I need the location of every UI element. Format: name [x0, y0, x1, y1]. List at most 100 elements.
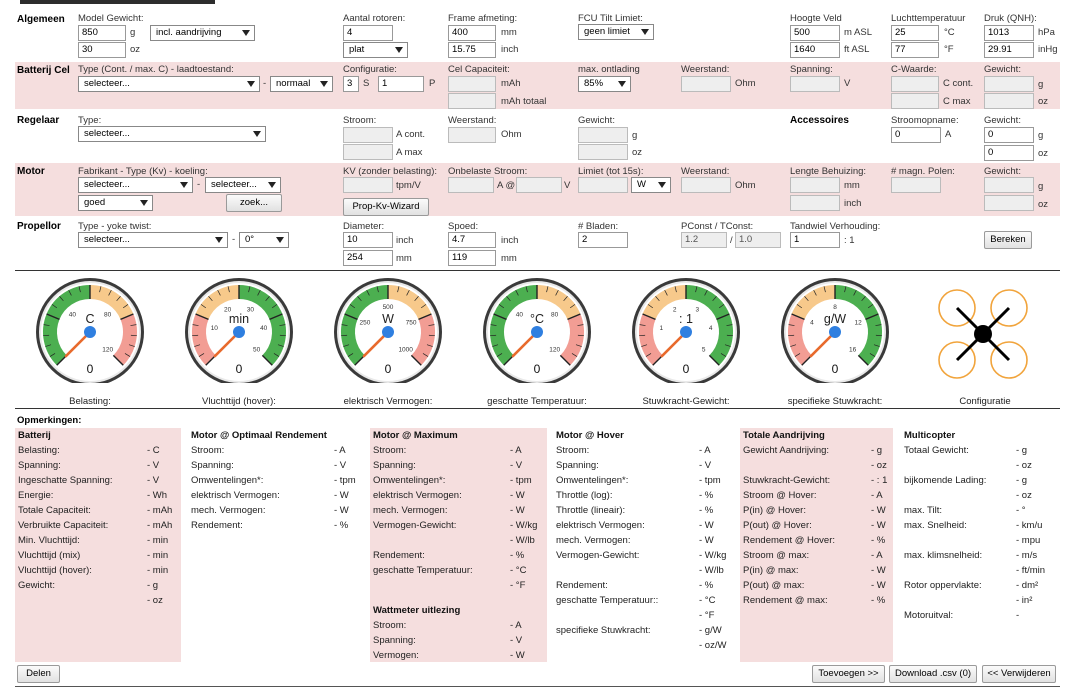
controller-weight-g-input[interactable] [578, 127, 628, 143]
calculate-button[interactable]: Bereken [984, 231, 1032, 249]
prop-twist-select[interactable]: 0° [239, 232, 289, 248]
result-label: Vermogen: [373, 650, 419, 661]
battery-weight-oz-input[interactable] [984, 93, 1034, 109]
result-value: - V [699, 460, 712, 471]
gauge-tick-label: 12 [854, 319, 862, 326]
prop-kv-wizard-button[interactable]: Prop-Kv-Wizard [343, 198, 429, 216]
diameter-label: Diameter: [343, 221, 385, 232]
frame-inch-input[interactable]: 15.75 [448, 42, 496, 58]
controller-max-input[interactable] [343, 144, 393, 160]
motor-type-select[interactable]: selecteer... [205, 177, 281, 193]
field-ft-input[interactable]: 1640 [790, 42, 840, 58]
gauge-hub [829, 326, 841, 338]
add-button[interactable]: Toevoegen >> [812, 665, 885, 683]
capacity-input[interactable] [448, 76, 496, 92]
cells-p-input[interactable]: 1 [378, 76, 424, 92]
gauge-tick-label: 1000 [398, 347, 413, 354]
result-label: geschatte Temperatuur: [373, 565, 473, 576]
frame-mm-input[interactable]: 400 [448, 25, 496, 41]
battery-type-select[interactable]: selecteer... [78, 76, 260, 92]
result-label: P(in) @ Hover: [743, 505, 806, 516]
result-value: - min [147, 550, 169, 561]
controller-type-select[interactable]: selecteer... [78, 126, 266, 142]
prop-type-select[interactable]: selecteer... [78, 232, 228, 248]
battery-resistance-input[interactable] [681, 76, 731, 92]
discharge-label: max. ontlading [578, 64, 640, 75]
result-label: Spanning: [18, 460, 61, 471]
results-subsection-title: Wattmeter uitlezing [373, 605, 461, 616]
tconst-input[interactable]: 1.0 [735, 232, 781, 248]
motor-manufacturer-select[interactable]: selecteer... [78, 177, 193, 193]
gear-input[interactable]: 1 [790, 232, 840, 248]
motor-resistance-input[interactable] [681, 177, 731, 193]
motor-resistance-unit: Ohm [735, 180, 756, 191]
field-m-input[interactable]: 500 [790, 25, 840, 41]
gauge-caption: specifieke Stuwkracht: [787, 396, 883, 407]
pitch-inch-input[interactable]: 4.7 [448, 232, 496, 248]
pitch-label: Spoed: [448, 221, 479, 232]
pitch-mm-input[interactable]: 119 [448, 250, 496, 266]
controller-resistance-input[interactable] [448, 127, 496, 143]
divider-top [15, 270, 1060, 271]
c-cont-input[interactable] [891, 76, 939, 92]
s-unit: S [363, 78, 370, 89]
controller-weight-oz-input[interactable] [578, 144, 628, 160]
poles-input[interactable] [891, 177, 941, 193]
download-csv-button[interactable]: Download .csv (0) [889, 665, 977, 683]
diameter-mm-input[interactable]: 254 [343, 250, 393, 266]
noload-voltage-input[interactable] [516, 177, 562, 193]
result-value: - % [699, 580, 714, 591]
share-button[interactable]: Delen [17, 665, 60, 683]
c-max-input[interactable] [891, 93, 939, 109]
rotor-layout-select[interactable]: plat [343, 42, 408, 58]
delete-button[interactable]: << Verwijderen [982, 665, 1056, 683]
motor-cooling-select[interactable]: goed [78, 195, 153, 211]
pressure-label: Druk (QNH): [984, 13, 1037, 24]
battery-weight-g-input[interactable] [984, 76, 1034, 92]
motor-search-button[interactable]: zoek... [226, 194, 282, 212]
result-value: - ft/min [1016, 565, 1046, 576]
gauge-hub [531, 326, 543, 338]
capacity-total-input[interactable] [448, 93, 496, 109]
charge-state-select[interactable]: normaal [270, 76, 333, 92]
acc-weight-g-input[interactable]: 0 [984, 127, 1034, 143]
fcu-select[interactable]: geen limiet [578, 24, 654, 40]
weight-g-input[interactable]: 850 [78, 25, 126, 41]
configuration-diagram[interactable] [937, 288, 1029, 380]
battery-voltage-input[interactable] [790, 76, 840, 92]
controller-cont-input[interactable] [343, 127, 393, 143]
temp-f-unit: °F [944, 44, 954, 55]
weight-mode-select[interactable]: incl. aandrijving [150, 25, 255, 41]
gauge-tick-label: 120 [549, 347, 560, 354]
pconst-input[interactable]: 1.2 [681, 232, 727, 248]
kv-input[interactable] [343, 177, 393, 193]
pressure-hpa-input[interactable]: 1013 [984, 25, 1034, 41]
temp-c-input[interactable]: 25 [891, 25, 939, 41]
acc-current-label: Stroomopname: [891, 115, 959, 126]
motor-weight-oz-input[interactable] [984, 195, 1034, 211]
result-value: - W [510, 505, 525, 516]
diameter-inch-input[interactable]: 10 [343, 232, 393, 248]
config-label: Configuratie: [343, 64, 397, 75]
result-label: Omwentelingen*: [556, 475, 629, 486]
weight-oz-input[interactable]: 30 [78, 42, 126, 58]
limit-input[interactable] [578, 177, 628, 193]
gauge-caption: Stuwkracht-Gewicht: [642, 396, 730, 407]
acc-current-input[interactable]: 0 [891, 127, 941, 143]
acc-weight-oz-input[interactable]: 0 [984, 145, 1034, 161]
result-label: Ingeschatte Spanning: [18, 475, 113, 486]
rotors-input[interactable]: 4 [343, 25, 393, 41]
result-label: Spanning: [373, 460, 416, 471]
cells-s-input[interactable]: 3 [343, 76, 359, 92]
temp-f-input[interactable]: 77 [891, 42, 939, 58]
length-mm-input[interactable] [790, 177, 840, 193]
pressure-inhg-input[interactable]: 29.91 [984, 42, 1034, 58]
limit-unit-select[interactable]: W [631, 177, 671, 193]
pitch-mm-unit: mm [501, 253, 517, 264]
discharge-select[interactable]: 85% [578, 76, 631, 92]
noload-current-input[interactable] [448, 177, 494, 193]
blades-input[interactable]: 2 [578, 232, 628, 248]
result-value: - V [510, 460, 523, 471]
motor-weight-g-input[interactable] [984, 177, 1034, 193]
length-inch-input[interactable] [790, 195, 840, 211]
